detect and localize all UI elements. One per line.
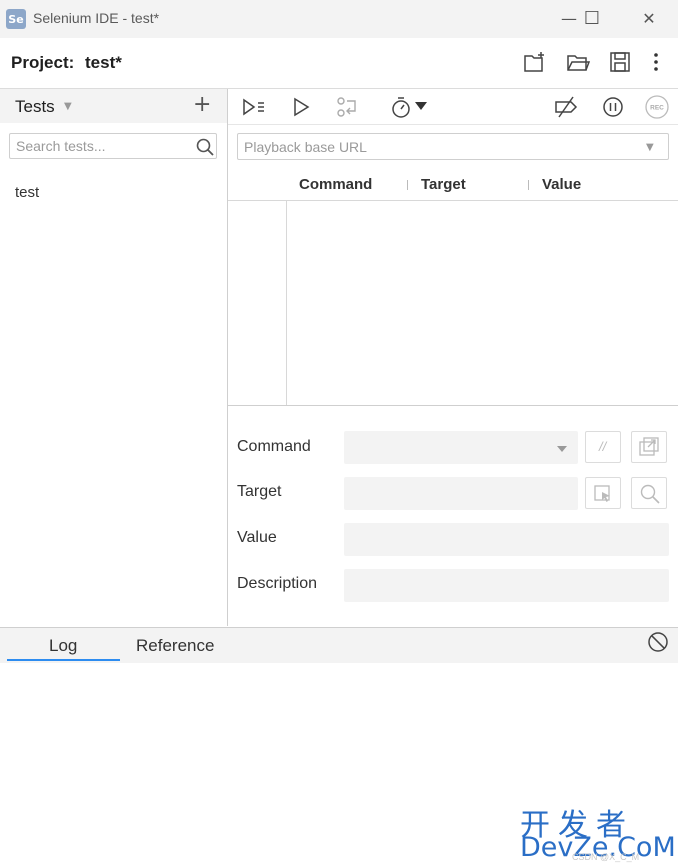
command-label: Command: [237, 438, 311, 455]
command-select[interactable]: [344, 431, 578, 464]
close-button[interactable]: ✕: [626, 6, 672, 32]
value-label: Value: [237, 529, 277, 546]
find-target-icon: [640, 484, 660, 504]
target-input[interactable]: [344, 477, 578, 510]
open-in-new-window-icon: [639, 437, 659, 456]
column-header-target: Target: [421, 176, 466, 193]
step-over-icon[interactable]: [335, 94, 361, 120]
test-list-item[interactable]: test: [15, 184, 39, 201]
bottom-panel-tabs: [0, 627, 678, 663]
project-label: Project:: [11, 53, 75, 72]
svg-text:REC: REC: [650, 105, 664, 112]
select-target-button[interactable]: [585, 477, 621, 509]
tests-dropdown-caret-icon[interactable]: ▼: [64, 101, 72, 112]
watermark-csdn: CSDN @X_C_M: [572, 852, 640, 862]
open-project-icon[interactable]: [565, 49, 591, 75]
new-project-icon[interactable]: [522, 49, 548, 75]
target-label: Target: [237, 483, 282, 500]
column-divider[interactable]: [407, 180, 408, 190]
search-input[interactable]: [16, 138, 186, 154]
tab-log[interactable]: Log: [49, 636, 77, 656]
tests-dropdown[interactable]: Tests: [15, 97, 55, 117]
description-label: Description: [237, 575, 318, 592]
tests-panel: [0, 89, 228, 626]
command-caret-icon[interactable]: [556, 445, 568, 453]
add-test-button[interactable]: +: [193, 92, 211, 117]
window-title: Selenium IDE - test*: [33, 10, 160, 26]
value-input[interactable]: [344, 523, 669, 556]
row-number-divider: [286, 201, 287, 405]
selenium-logo-icon: Se: [6, 9, 26, 29]
speed-timer-icon[interactable]: [388, 94, 414, 120]
column-header-value: Value: [542, 176, 582, 193]
select-target-icon: [594, 485, 610, 502]
playback-url-input[interactable]: [244, 139, 634, 155]
run-current-test-icon[interactable]: [289, 94, 315, 120]
commands-table-body[interactable]: [228, 201, 678, 405]
url-dropdown-caret-icon[interactable]: ▼: [646, 142, 654, 153]
column-divider[interactable]: [528, 180, 529, 190]
more-options-icon[interactable]: [643, 49, 669, 75]
clear-log-icon[interactable]: [646, 630, 670, 654]
search-box: [9, 133, 217, 159]
disable-breakpoints-icon[interactable]: [553, 94, 579, 120]
pause-on-exceptions-icon[interactable]: [600, 94, 626, 120]
tab-reference[interactable]: Reference: [136, 636, 214, 656]
column-header-command: Command: [299, 176, 373, 193]
speed-caret-icon[interactable]: [414, 100, 428, 112]
playback-url-box: [237, 133, 669, 160]
record-icon[interactable]: REC: [644, 94, 670, 120]
find-target-button[interactable]: [631, 477, 667, 509]
description-input[interactable]: [344, 569, 669, 602]
run-all-tests-icon[interactable]: [241, 94, 267, 120]
toggle-comment-button[interactable]: //: [585, 431, 621, 463]
active-tab-indicator: [7, 659, 120, 661]
maximize-button[interactable]: ☐: [569, 6, 615, 32]
open-reference-button[interactable]: [631, 431, 667, 463]
save-project-icon[interactable]: [607, 49, 633, 75]
search-icon[interactable]: [195, 137, 215, 157]
project-name[interactable]: test*: [85, 53, 122, 73]
comment-icon: //: [599, 439, 607, 454]
table-bottom-divider: [228, 405, 678, 406]
